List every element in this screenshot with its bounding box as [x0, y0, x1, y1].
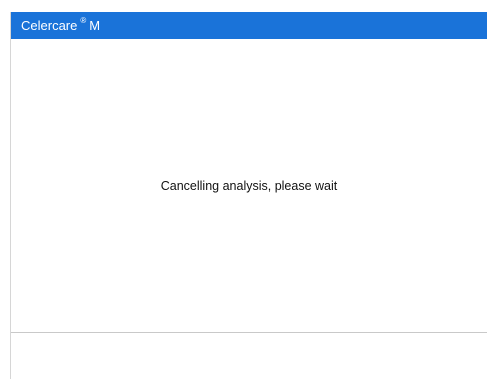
footer-area	[11, 333, 487, 379]
app-model: M	[89, 18, 101, 33]
registered-mark: ®	[80, 16, 87, 25]
app-name: Celercare	[21, 18, 78, 33]
status-message: Cancelling analysis, please wait	[160, 179, 338, 193]
app-window: Celercare ® M Cancelling analysis, pleas…	[10, 12, 487, 379]
title-bar: Celercare ® M	[11, 12, 487, 39]
